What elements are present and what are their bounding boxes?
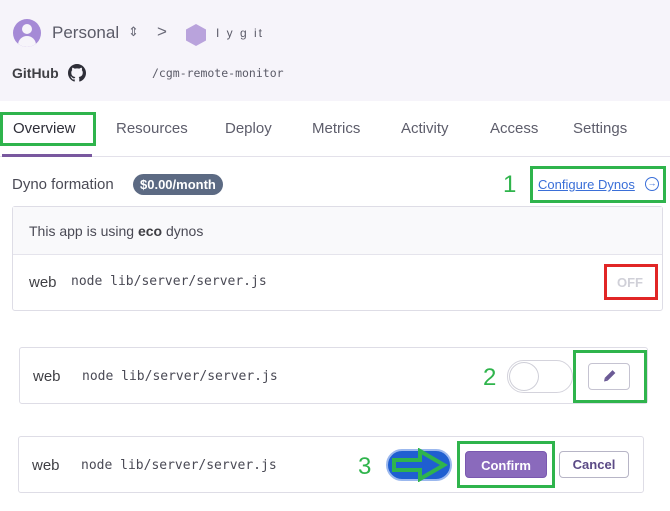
tab-deploy[interactable]: Deploy [225, 120, 272, 137]
annotation-box-overview [0, 112, 96, 146]
dyno-command: node lib/server/server.js [71, 274, 267, 289]
dyno-formation-card [12, 206, 663, 311]
tab-activity[interactable]: Activity [401, 120, 449, 137]
eco-dynos-notice: This app is using eco dynos [29, 223, 204, 239]
dyno-command: node lib/server/server.js [81, 458, 277, 473]
annotation-box-off [604, 264, 658, 300]
dyno-formation-title: Dyno formation [12, 176, 114, 193]
github-label: GitHub [12, 65, 59, 81]
tab-settings[interactable]: Settings [573, 120, 627, 137]
tabs-divider [0, 156, 670, 157]
breadcrumb-separator-icon: > [157, 22, 167, 41]
annotation-box-configure [530, 166, 666, 203]
tab-access[interactable]: Access [490, 120, 538, 137]
app-name[interactable]: I y g it [216, 26, 264, 40]
dyno-command: node lib/server/server.js [82, 369, 278, 384]
repo-path[interactable]: /cgm-remote-monitor [152, 66, 284, 80]
active-tab-indicator [2, 154, 92, 157]
app-hexagon-icon [186, 24, 206, 46]
dyno-type-label: web [29, 274, 57, 291]
annotation-box-edit [573, 350, 647, 403]
account-avatar-icon[interactable] [13, 19, 41, 47]
up-down-chevron-icon[interactable]: ⇕ [128, 24, 139, 40]
annotation-box-confirm [457, 441, 555, 488]
price-badge: $0.00/month [133, 174, 223, 195]
cancel-button[interactable]: Cancel [559, 451, 629, 478]
account-name[interactable]: Personal [52, 23, 119, 43]
app-header [0, 0, 670, 101]
dyno-toggle-off[interactable] [507, 360, 573, 393]
annotation-step-3: 3 [358, 453, 372, 480]
annotation-arrow-icon [392, 448, 448, 482]
dyno-type-label: web [32, 457, 60, 474]
github-icon [68, 64, 86, 82]
tab-resources[interactable]: Resources [116, 120, 188, 137]
annotation-step-1: 1 [503, 171, 517, 198]
tab-metrics[interactable]: Metrics [312, 120, 360, 137]
dyno-type-label: web [33, 368, 61, 385]
annotation-step-2: 2 [483, 364, 497, 391]
